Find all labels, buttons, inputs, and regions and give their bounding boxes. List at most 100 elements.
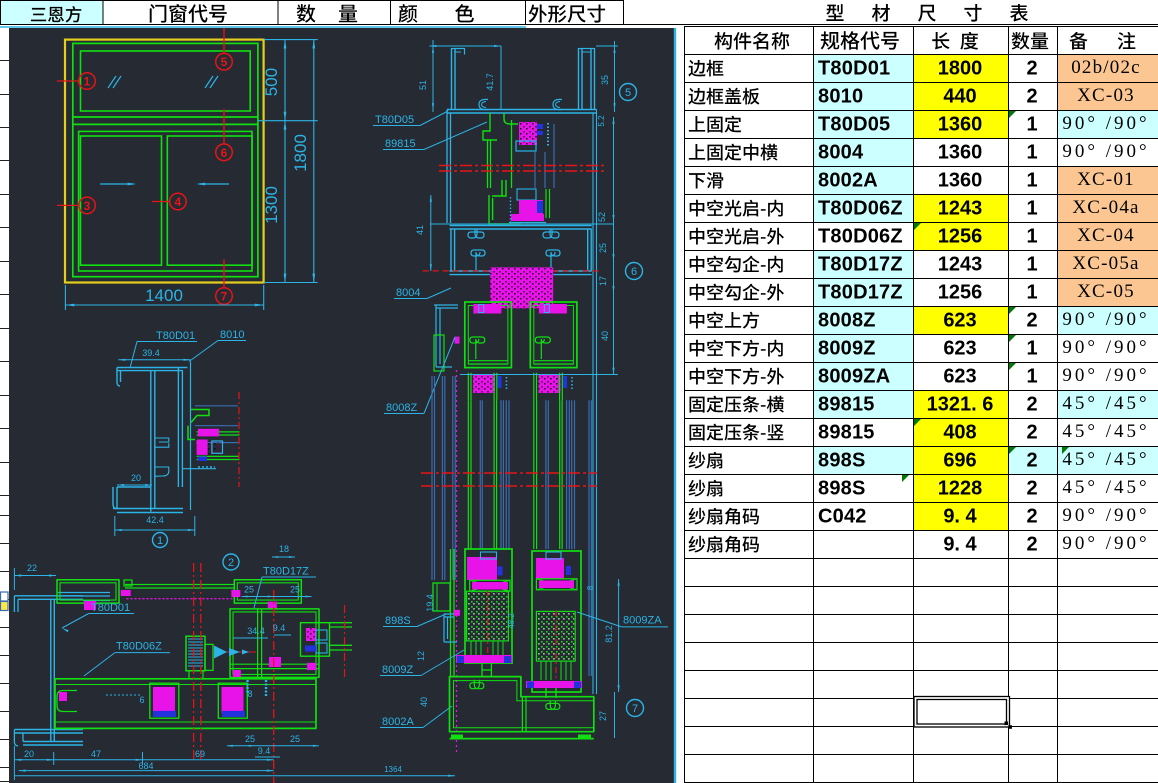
svg-text:T80D05: T80D05 [818,114,890,136]
svg-text:51: 51 [418,80,428,90]
svg-text:27: 27 [598,711,608,721]
svg-text:1: 1 [1026,254,1037,276]
svg-text:20: 20 [24,749,34,759]
svg-text:4: 4 [175,195,182,209]
svg-text:41: 41 [415,225,425,235]
svg-text:1: 1 [1026,282,1037,304]
svg-text:90° /90°: 90° /90° [1062,113,1149,134]
svg-text:8009Z: 8009Z [382,664,413,676]
svg-text:2: 2 [1026,450,1037,472]
svg-text:2: 2 [1026,422,1037,444]
svg-text:1256: 1256 [938,226,983,248]
svg-text:40: 40 [600,331,610,341]
svg-text:1364: 1364 [384,765,402,774]
svg-text:1: 1 [1026,366,1037,388]
svg-text:1321. 6: 1321. 6 [927,394,994,416]
svg-text:1256: 1256 [938,282,983,304]
svg-text:1: 1 [1026,226,1037,248]
svg-text:5: 5 [221,55,228,69]
svg-text:25: 25 [598,243,608,253]
svg-text:696: 696 [943,450,976,472]
svg-text:1360: 1360 [938,114,983,136]
svg-text:623: 623 [943,338,976,360]
svg-text:90° /90°: 90° /90° [1062,337,1149,358]
svg-text:T80D06Z: T80D06Z [116,641,162,653]
svg-text:25: 25 [290,585,300,595]
svg-text:1243: 1243 [938,198,983,220]
svg-text:7: 7 [632,703,638,715]
svg-text:623: 623 [943,310,976,332]
svg-text:34.4: 34.4 [247,626,265,636]
svg-text:90° /90°: 90° /90° [1062,505,1149,526]
svg-text:35: 35 [600,75,610,85]
svg-text:1: 1 [1026,170,1037,192]
svg-text:T80D17Z: T80D17Z [818,282,903,304]
svg-text:40: 40 [419,697,429,707]
svg-text:47: 47 [91,749,101,759]
svg-text:90° /90°: 90° /90° [1062,365,1149,386]
svg-text:898S: 898S [818,450,866,472]
svg-text:500: 500 [262,68,281,96]
svg-text:1: 1 [1026,114,1037,136]
svg-text:2: 2 [228,557,234,569]
svg-text:8002A: 8002A [382,716,414,728]
svg-text:02b/02c: 02b/02c [1071,57,1141,78]
svg-text:T80D01: T80D01 [91,602,130,614]
svg-text:19.4: 19.4 [425,594,435,612]
svg-text:XC-01: XC-01 [1077,169,1135,190]
svg-text:90° /90°: 90° /90° [1062,141,1149,162]
svg-text:8: 8 [586,585,595,590]
svg-text:8009Z: 8009Z [818,338,876,360]
svg-text:5: 5 [625,87,631,99]
svg-text:8002A: 8002A [818,170,878,192]
svg-text:1: 1 [157,535,163,547]
svg-text:12: 12 [416,651,426,661]
svg-text:69: 69 [195,749,205,759]
svg-text:XC-04: XC-04 [1077,225,1135,246]
svg-text:8010: 8010 [220,329,244,341]
svg-text:1300: 1300 [262,186,281,224]
svg-text:9. 4: 9. 4 [943,506,977,528]
svg-text:684: 684 [138,761,153,771]
svg-text:1243: 1243 [938,254,983,276]
svg-text:18: 18 [279,544,289,554]
svg-text:45° /45°: 45° /45° [1062,393,1149,414]
svg-text:6: 6 [221,146,228,160]
svg-text:623: 623 [943,366,976,388]
svg-text:XC-05a: XC-05a [1072,253,1139,274]
svg-text:5.2: 5.2 [597,115,606,127]
svg-text:XC-05: XC-05 [1077,281,1135,302]
svg-text:7: 7 [221,290,228,304]
svg-text:45° /45°: 45° /45° [1062,477,1149,498]
svg-text:9.4: 9.4 [273,623,286,633]
svg-text:6: 6 [631,266,637,278]
svg-text:898S: 898S [385,615,411,627]
svg-text:2: 2 [1026,394,1037,416]
svg-text:XC-04a: XC-04a [1072,197,1139,218]
svg-text:440: 440 [943,86,976,108]
svg-text:48.2: 48.2 [507,613,516,629]
svg-text:17: 17 [598,276,608,286]
svg-text:45° /45°: 45° /45° [1062,449,1149,470]
svg-text:90° /90°: 90° /90° [1062,309,1149,330]
svg-text:1228: 1228 [938,478,983,500]
svg-text:89815: 89815 [385,138,416,150]
svg-text:T80D05: T80D05 [375,114,414,126]
svg-text:8010: 8010 [818,86,863,108]
svg-text:898S: 898S [818,478,866,500]
svg-text:2: 2 [1026,534,1037,556]
svg-text:89815: 89815 [818,394,875,416]
svg-text:T80D06Z: T80D06Z [818,226,903,248]
svg-text:1360: 1360 [938,170,983,192]
svg-text:T80D17Z: T80D17Z [263,566,309,578]
svg-text:9.4: 9.4 [258,746,271,756]
svg-text:20: 20 [131,473,141,483]
svg-text:2: 2 [1026,58,1037,80]
svg-text:90° /90°: 90° /90° [1062,533,1149,554]
svg-text:C042: C042 [818,506,867,528]
svg-text:45° /45°: 45° /45° [1062,421,1149,442]
svg-text:8004: 8004 [818,142,864,164]
svg-text:1: 1 [84,75,91,89]
svg-text:1: 1 [1026,142,1037,164]
svg-text:1: 1 [1026,338,1037,360]
